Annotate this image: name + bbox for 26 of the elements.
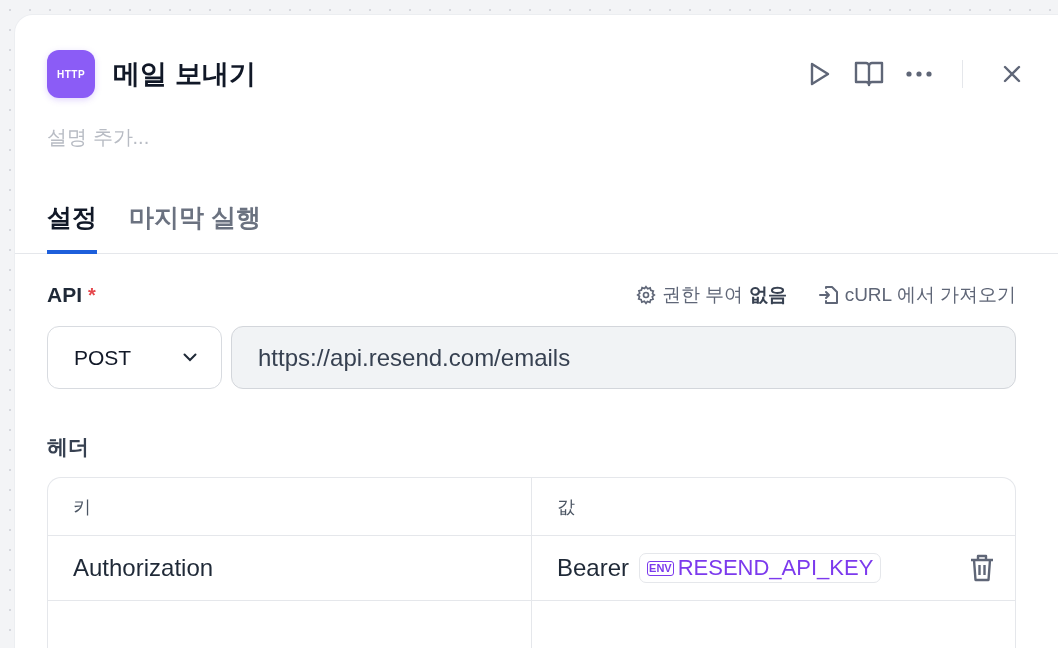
- table-cell: Authorization: [48, 536, 531, 601]
- docs-button[interactable]: [854, 60, 884, 88]
- headers-label: 헤더: [47, 434, 90, 460]
- import-icon: [818, 284, 839, 306]
- close-button[interactable]: [1003, 65, 1021, 83]
- more-button[interactable]: [906, 71, 932, 77]
- run-button[interactable]: [808, 61, 832, 87]
- authorization-link[interactable]: 권한 부여 없음: [636, 282, 787, 308]
- tab[interactable]: 마지막 실행: [129, 201, 261, 254]
- description-field[interactable]: 설명 추가...: [47, 126, 447, 149]
- column-header: 키: [48, 478, 531, 536]
- tab[interactable]: 설정: [47, 201, 97, 254]
- url-field[interactable]: https://api.resend.com/emails: [231, 326, 1016, 389]
- import-curl-link[interactable]: cURL 에서 가져오기: [818, 282, 1016, 308]
- column-header: 값: [531, 478, 1015, 536]
- node-title: 메일 보내기: [113, 58, 257, 91]
- env-icon: ENV: [647, 560, 674, 576]
- method-select[interactable]: POST: [47, 326, 222, 389]
- required-mark: *: [88, 283, 96, 307]
- http-logo-icon: HTTP: [47, 50, 95, 98]
- gear-icon: [636, 285, 657, 305]
- api-label: API: [47, 283, 82, 307]
- chevron-down-icon: [183, 353, 197, 362]
- env-variable-tag: ENV RESEND_API_KEY: [639, 553, 882, 583]
- delete-button[interactable]: [969, 554, 995, 582]
- table-cell: Bearer: [557, 554, 630, 582]
